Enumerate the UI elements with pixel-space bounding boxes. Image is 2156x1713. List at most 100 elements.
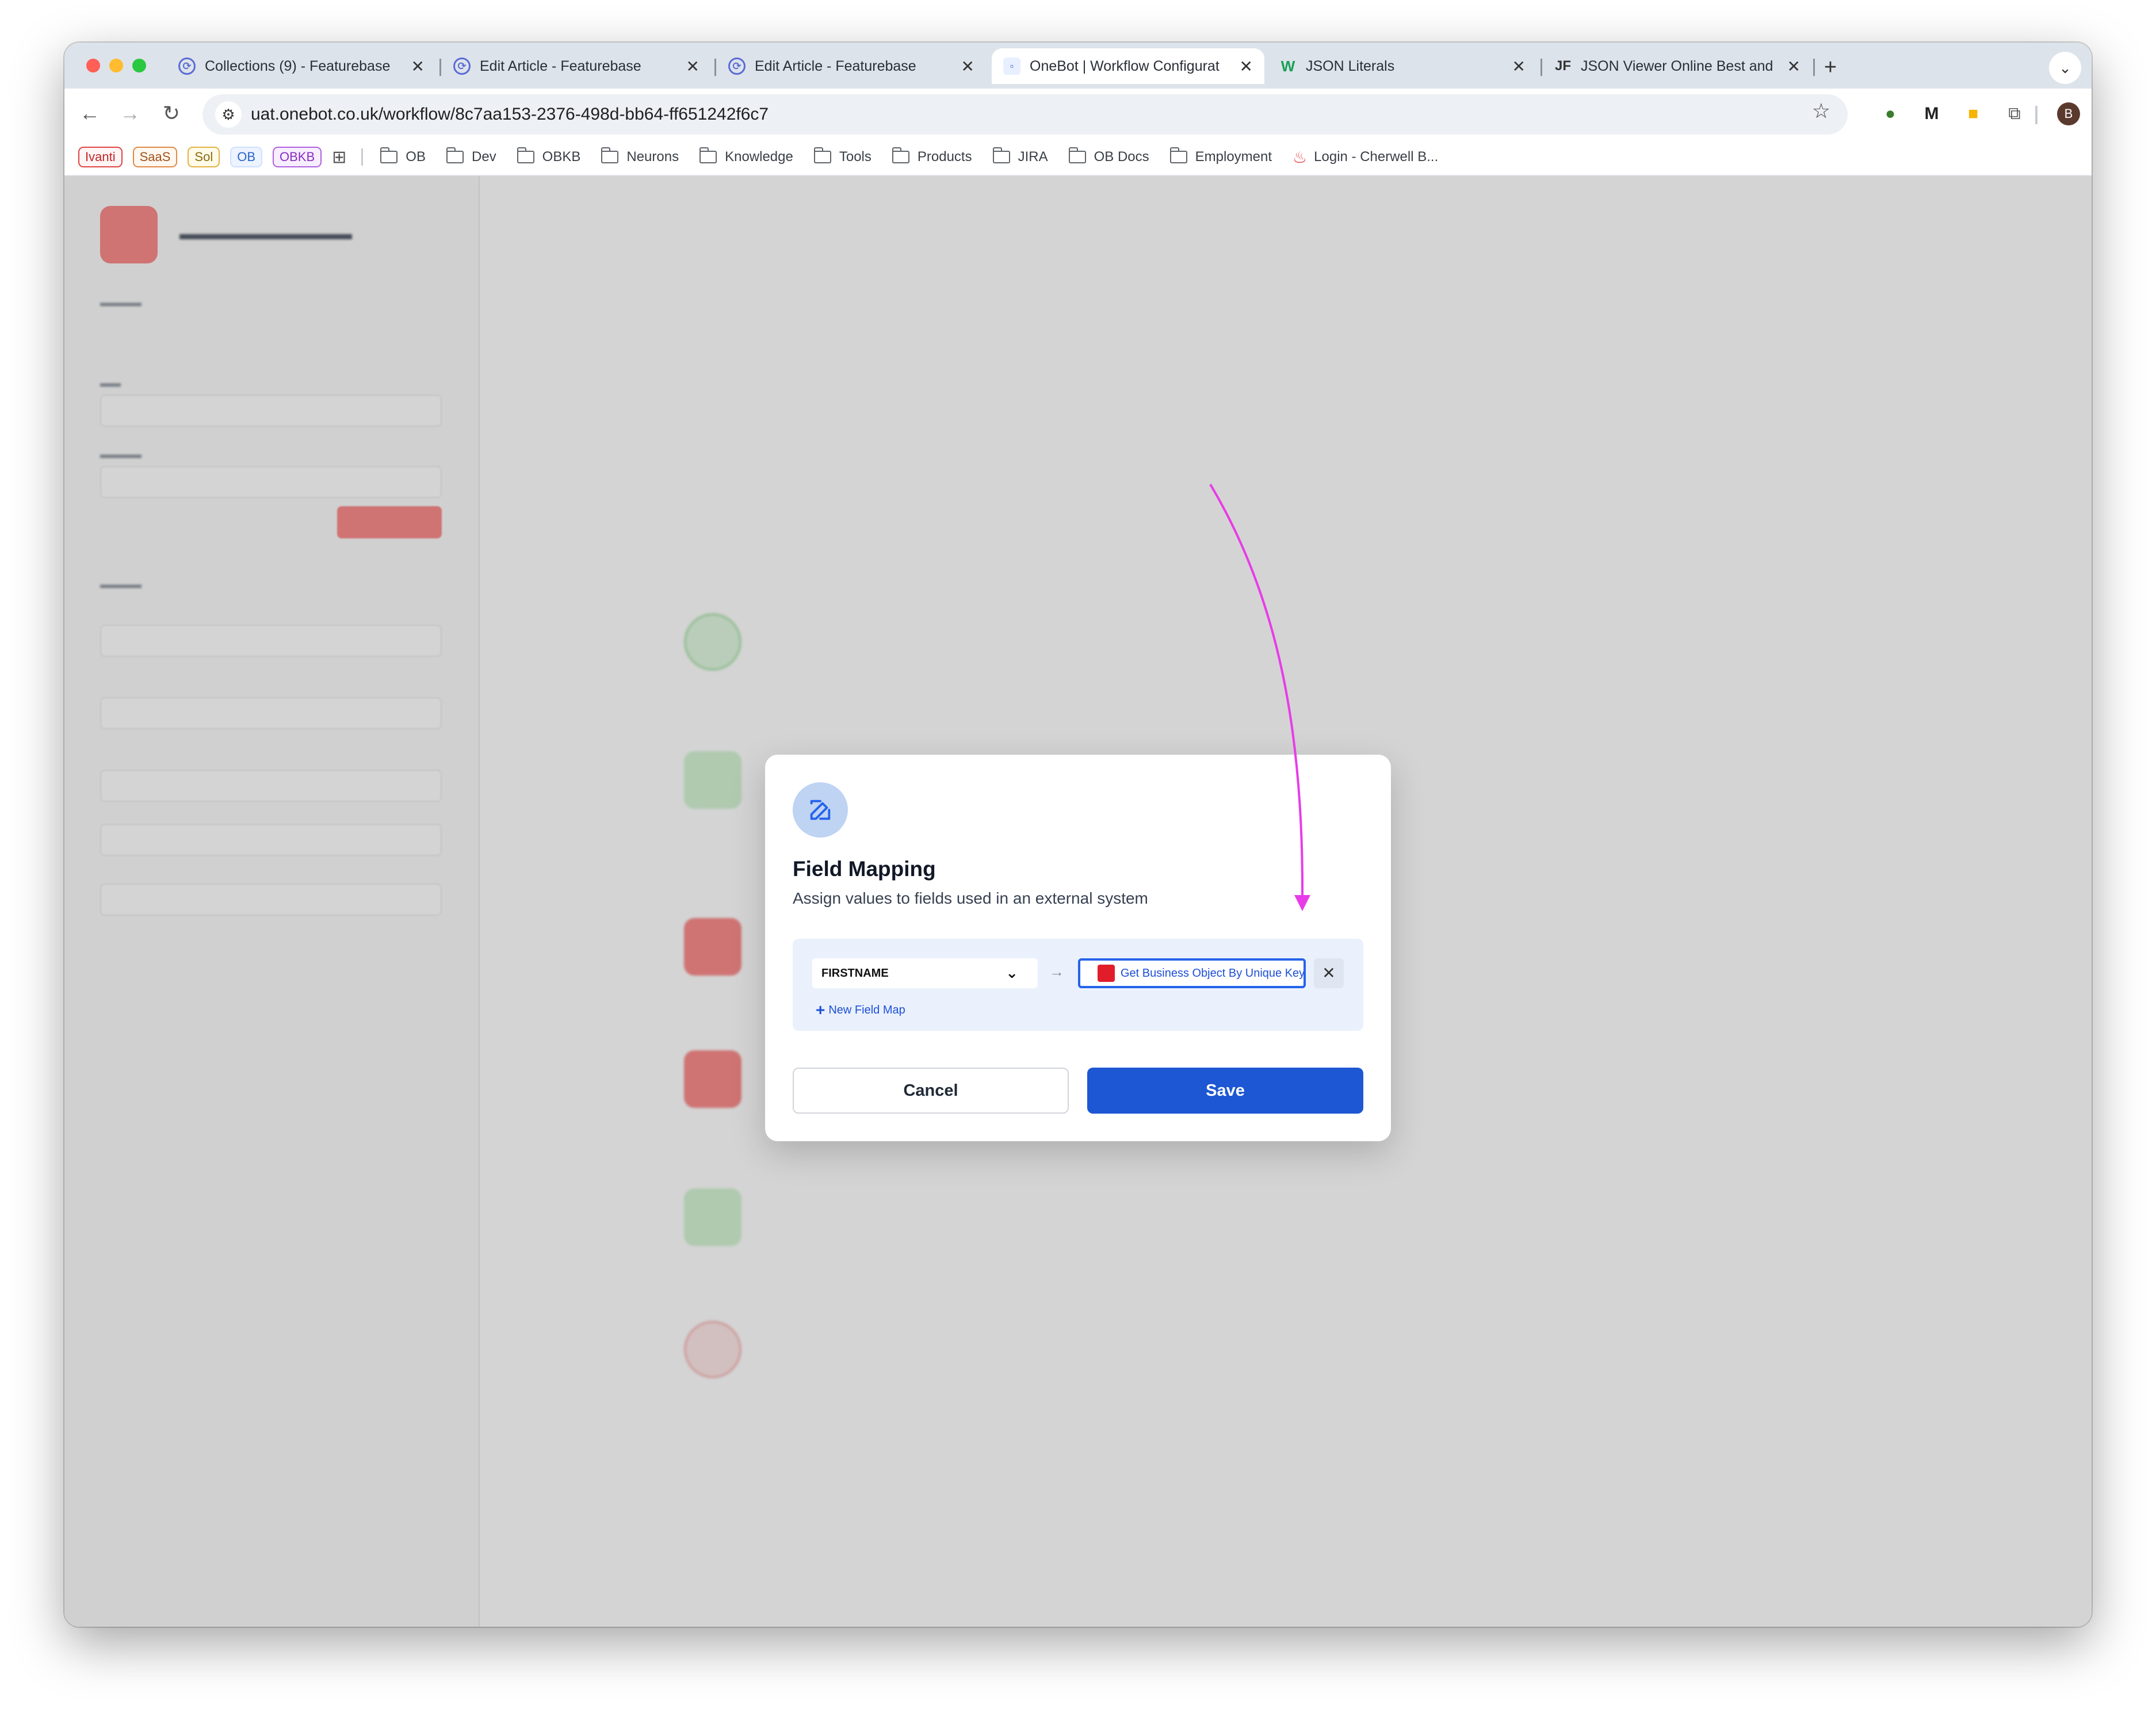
close-tab-icon[interactable]: ✕ xyxy=(411,57,425,76)
tab-onebot-workflow[interactable]: ▫ OneBot | Workflow Configurat ✕ xyxy=(992,48,1264,84)
bookmark-folder-knowledge[interactable]: Knowledge xyxy=(699,147,793,165)
browser-window: ⟳ Collections (9) - Featurebase ✕ ⟳ Edit… xyxy=(64,43,2092,1627)
back-icon[interactable]: ← xyxy=(76,100,104,128)
bookmark-folder-employment[interactable]: Employment xyxy=(1169,147,1272,165)
tab-json-literals[interactable]: W JSON Literals ✕ xyxy=(1268,48,1537,84)
featurebase-icon: ⟳ xyxy=(453,58,471,75)
featurebase-icon: ⟳ xyxy=(728,58,746,75)
folder-icon xyxy=(992,147,1010,163)
folder-icon xyxy=(517,147,534,163)
extension-m-icon[interactable]: M xyxy=(1920,102,1943,125)
toolbar-separator xyxy=(2035,106,2038,124)
cancel-button[interactable]: Cancel xyxy=(793,1068,1069,1114)
new-field-map-button[interactable]: + New Field Map xyxy=(816,1001,905,1019)
bookmark-chip-sol[interactable]: Sol xyxy=(188,147,220,167)
url-text[interactable]: uat.onebot.co.uk/workflow/8c7aa153-2376-… xyxy=(251,94,769,135)
bookmark-folder-neurons[interactable]: Neurons xyxy=(601,147,679,165)
profile-avatar[interactable]: B xyxy=(2057,102,2080,125)
reload-icon[interactable]: ↻ xyxy=(158,100,185,128)
tab-separator xyxy=(714,59,716,76)
field-select-value: FIRSTNAME xyxy=(821,966,889,980)
tab-search-dropdown-icon[interactable]: ⌄ xyxy=(2049,52,2081,84)
close-tab-icon[interactable]: ✕ xyxy=(1787,57,1801,76)
tab-edit-article-1[interactable]: ⟳ Edit Article - Featurebase ✕ xyxy=(442,48,711,84)
bookmark-separator xyxy=(361,148,364,166)
bookmarks-bar: Ivanti SaaS Sol OB OBKB ⊞ OB Dev OBKB Ne… xyxy=(64,139,2092,176)
tab-title: OneBot | Workflow Configurat xyxy=(1030,58,1220,74)
folder-icon xyxy=(601,147,619,163)
bookmark-label: Tools xyxy=(839,149,871,165)
field-map-list: FIRSTNAME ⌄ → Get Business Object By Uni… xyxy=(793,939,1363,1031)
bookmark-label: Knowledge xyxy=(725,149,793,165)
tab-separator xyxy=(439,59,441,76)
remove-field-map-button[interactable]: ✕ xyxy=(1314,958,1344,988)
extensions-puzzle-icon[interactable]: ⧉ xyxy=(2003,102,2026,125)
new-tab-button[interactable]: + xyxy=(1817,54,1844,82)
ivanti-logo-icon xyxy=(1098,965,1115,982)
bookmark-label: Employment xyxy=(1195,149,1272,165)
site-settings-icon[interactable]: ⚙ xyxy=(215,101,242,128)
bookmark-chip-saas[interactable]: SaaS xyxy=(132,147,178,167)
close-tab-icon[interactable]: ✕ xyxy=(1512,57,1526,76)
tab-separator xyxy=(1540,59,1542,76)
close-tab-icon[interactable]: ✕ xyxy=(686,57,699,76)
field-value-text: Get Business Object By Unique Key xyxy=(1121,966,1305,980)
tab-json-viewer[interactable]: JF JSON Viewer Online Best and ✕ xyxy=(1543,48,1812,84)
folder-icon xyxy=(446,147,464,163)
page-content: ▬▬▬▬▬▬▬▬▬▬ ▬▬▬▬ ▬▬ ▬▬▬▬ ▬▬▬▬ Field Mappi… xyxy=(64,176,2092,1627)
tab-collections[interactable]: ⟳ Collections (9) - Featurebase ✕ xyxy=(167,48,436,84)
apps-grid-icon[interactable]: ⊞ xyxy=(332,147,346,167)
close-tab-icon[interactable]: ✕ xyxy=(1240,57,1253,76)
field-value-input[interactable]: Get Business Object By Unique Key xyxy=(1078,958,1306,988)
field-mapping-dialog: Field Mapping Assign values to fields us… xyxy=(765,755,1391,1141)
folder-icon xyxy=(1068,147,1086,163)
bookmark-folder-dev[interactable]: Dev xyxy=(446,147,496,165)
minimize-window-button[interactable] xyxy=(109,59,123,72)
arrow-right-icon: → xyxy=(1049,963,1064,980)
bookmark-label: Neurons xyxy=(626,149,679,165)
bookmark-chip-ivanti[interactable]: Ivanti xyxy=(78,147,123,167)
bookmark-folder-tools[interactable]: Tools xyxy=(813,147,871,165)
folder-icon xyxy=(699,147,717,163)
dialog-subtitle: Assign values to fields used in an exter… xyxy=(793,889,1148,907)
field-select[interactable]: FIRSTNAME ⌄ xyxy=(812,958,1038,988)
featurebase-icon: ⟳ xyxy=(178,58,196,75)
bookmark-label: OBKB xyxy=(542,149,581,165)
bookmark-folder-jira[interactable]: JIRA xyxy=(992,147,1048,165)
bookmark-folder-products[interactable]: Products xyxy=(892,147,972,165)
extension-yellow-icon[interactable]: ■ xyxy=(1962,102,1985,125)
folder-icon xyxy=(1169,147,1187,163)
bookmark-login-cherwell[interactable]: ♨ Login - Cherwell B... xyxy=(1293,148,1438,167)
jf-icon: JF xyxy=(1554,58,1571,74)
browser-toolbar: ← → ↻ ⚙ uat.onebot.co.uk/workflow/8c7aa1… xyxy=(64,89,2092,139)
bookmark-label: JIRA xyxy=(1018,149,1048,165)
bookmark-folder-obkb[interactable]: OBKB xyxy=(517,147,581,165)
bookmark-label: Dev xyxy=(471,149,496,165)
save-button[interactable]: Save xyxy=(1087,1068,1363,1114)
bookmark-label: Login - Cherwell B... xyxy=(1314,149,1439,165)
bookmark-label: OB xyxy=(406,149,426,165)
edit-pencil-icon xyxy=(793,782,848,838)
zoom-window-button[interactable] xyxy=(132,59,146,72)
bookmark-star-icon[interactable]: ☆ xyxy=(1812,99,1830,123)
bookmark-chip-obkb[interactable]: OBKB xyxy=(273,147,322,167)
new-field-map-label: New Field Map xyxy=(828,1004,905,1016)
chevron-down-icon: ⌄ xyxy=(1006,964,1018,981)
bookmark-label: OB Docs xyxy=(1094,149,1149,165)
tab-edit-article-2[interactable]: ⟳ Edit Article - Featurebase ✕ xyxy=(717,48,986,84)
close-window-button[interactable] xyxy=(86,59,100,72)
bookmark-folder-ob-docs[interactable]: OB Docs xyxy=(1068,147,1149,165)
forward-icon[interactable]: → xyxy=(116,100,144,128)
folder-icon xyxy=(813,147,831,163)
tab-title: Edit Article - Featurebase xyxy=(480,58,641,74)
bookmark-chip-ob[interactable]: OB xyxy=(230,147,263,167)
close-tab-icon[interactable]: ✕ xyxy=(961,57,974,76)
tab-title: JSON Viewer Online Best and xyxy=(1581,58,1773,74)
folder-icon xyxy=(892,147,909,163)
bookmark-label: Products xyxy=(917,149,972,165)
tab-title: Edit Article - Featurebase xyxy=(755,58,916,74)
bookmark-folder-ob[interactable]: OB xyxy=(380,147,426,165)
folder-icon xyxy=(380,147,398,163)
address-bar[interactable]: ⚙ uat.onebot.co.uk/workflow/8c7aa153-237… xyxy=(202,94,1848,135)
extension-color-icon[interactable]: ● xyxy=(1879,102,1902,125)
